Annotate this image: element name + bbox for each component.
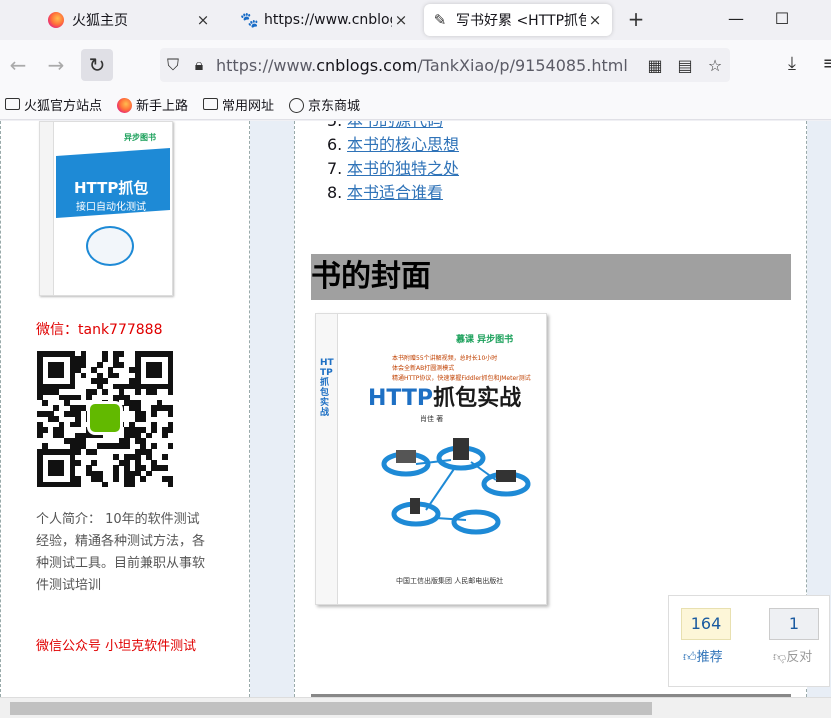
bookmark-item[interactable]: 火狐官方站点 <box>4 95 102 114</box>
reload-button[interactable]: ↻ <box>81 49 113 81</box>
reader-view-icon[interactable]: ▤ <box>670 56 700 75</box>
scrollbar-thumb[interactable] <box>10 702 652 715</box>
folder-icon <box>202 97 218 112</box>
tab-firefox-home[interactable]: 火狐主页 × <box>40 4 220 36</box>
new-tab-button[interactable]: + <box>624 8 648 32</box>
firefox-icon <box>48 12 64 28</box>
bookmark-item[interactable]: 新手上路 <box>116 95 188 114</box>
toc-link[interactable]: 本书的独特之处 <box>347 159 459 178</box>
book-title: HTTP抓包 <box>74 179 149 197</box>
url-bar[interactable]: ⛉ 🔒︎ https://www.cnblogs.com/TankXiao/p/… <box>160 48 730 82</box>
toc-item: 5.本书的源代码 <box>327 121 459 133</box>
lock-icon[interactable]: 🔒︎ <box>186 55 212 75</box>
back-button[interactable]: ← <box>2 49 34 81</box>
toc-item: 8. 本书适合谁看 <box>327 183 444 202</box>
cnblogs-icon: ✎ <box>433 11 447 29</box>
book-cover-image[interactable]: 异步图书 HTTP抓包 接口自动化测试 <box>39 121 173 296</box>
page-content: 异步图书 HTTP抓包 接口自动化测试 微信：tank777888 个人简介： … <box>0 121 831 697</box>
publisher-name: 中国工信出版集团 人民邮电出版社 <box>396 577 504 585</box>
author-bio: 个人简介： 10年的软件测试经验，精通各种测试方法，各种测试工具。目前兼职从事软… <box>36 512 206 593</box>
close-icon[interactable]: × <box>586 11 604 29</box>
globe-icon <box>288 97 304 113</box>
digg-count-button[interactable]: 164 <box>681 608 731 640</box>
wechat-id: 微信：tank777888 <box>36 322 163 338</box>
nav-toolbar: ← → ↻ ⛉ 🔒︎ https://www.cnblogs.com/TankX… <box>0 40 831 90</box>
network-illustration <box>381 438 531 535</box>
toc-item: 6. 本书的核心思想 <box>327 135 460 154</box>
minimize-button[interactable]: — <box>724 8 748 32</box>
book-title: HTTP抓包实战 <box>368 386 522 411</box>
section-heading: 书的封面 <box>311 254 791 300</box>
toc-item: 7. 本书的独特之处 <box>327 159 460 178</box>
bookmark-item[interactable]: 京东商城 <box>288 95 360 114</box>
tab-cnblogs[interactable]: 🐾 https://www.cnblogs.com × <box>232 4 418 36</box>
book-subtitle: 接口自动化测试 <box>76 202 146 213</box>
wechat-public-account: 微信公众号 小坦克软件测试 <box>36 639 197 654</box>
maximize-button[interactable]: ☐ <box>770 8 794 32</box>
bookmarks-bar: 火狐官方站点 新手上路 常用网址 京东商城 <box>0 90 831 120</box>
bury-count-button[interactable]: 1 <box>769 608 819 640</box>
menu-icon[interactable]: ≡ <box>818 53 831 77</box>
folder-icon <box>4 97 20 112</box>
tab-title: 火狐主页 <box>72 13 128 29</box>
url-text[interactable]: https://www.cnblogs.com/TankXiao/p/91540… <box>216 56 640 75</box>
bookmark-star-icon[interactable]: ☆ <box>700 56 730 75</box>
firefox-icon <box>116 97 132 113</box>
shield-icon[interactable]: ⛉ <box>160 55 186 75</box>
tab-title: 写书好累 <HTTP抓包实战> <box>456 13 586 29</box>
publisher-logo: 异步图书 <box>124 133 156 142</box>
book-spine-title: HTTP抓包实战 <box>320 358 334 418</box>
download-icon[interactable]: ⤓ <box>780 53 804 77</box>
bookmark-item[interactable]: 常用网址 <box>202 95 274 114</box>
horizontal-scrollbar[interactable] <box>0 697 831 718</box>
publisher-logo: 慕课 异步图书 <box>456 335 514 345</box>
robot-illustration <box>86 226 134 266</box>
vote-panel: 164 1 👍︎推荐 👎︎反对 <box>668 595 830 687</box>
book-cover-image[interactable]: HTTP抓包实战 慕课 异步图书 本书附赠55个讲解视频，总时长10小时 体会全… <box>315 313 547 605</box>
close-icon[interactable]: × <box>194 11 212 29</box>
tab-current-article[interactable]: ✎ 写书好累 <HTTP抓包实战> × <box>424 4 612 36</box>
wechat-icon <box>87 401 123 435</box>
tab-title: https://www.cnblogs.com <box>264 12 392 28</box>
paw-icon: 🐾 <box>240 11 259 29</box>
toc-link[interactable]: 本书的核心思想 <box>347 135 459 154</box>
thumbs-down-icon: 👎︎ <box>773 650 787 665</box>
book-author: 肖佳 著 <box>420 415 444 423</box>
close-icon[interactable]: × <box>392 11 410 29</box>
thumbs-up-icon: 👍︎ <box>683 650 697 665</box>
qr-code-icon[interactable]: ▦ <box>640 56 670 75</box>
toc-link[interactable]: 本书的源代码 <box>347 121 443 130</box>
qr-code-image <box>37 351 174 488</box>
toc-link[interactable]: 本书适合谁看 <box>347 183 443 202</box>
table-of-contents: 5.本书的源代码 6.本书的核心思想 7.本书的独特之处 8.本书适合谁看 <box>327 121 459 205</box>
forward-button[interactable]: → <box>40 49 72 81</box>
tab-strip: 火狐主页 × 🐾 https://www.cnblogs.com × ✎ 写书好… <box>0 0 831 40</box>
digg-label[interactable]: 👍︎推荐 <box>683 646 723 665</box>
sidebar: 异步图书 HTTP抓包 接口自动化测试 微信：tank777888 个人简介： … <box>0 121 250 697</box>
bury-label[interactable]: 👎︎反对 <box>773 646 812 665</box>
